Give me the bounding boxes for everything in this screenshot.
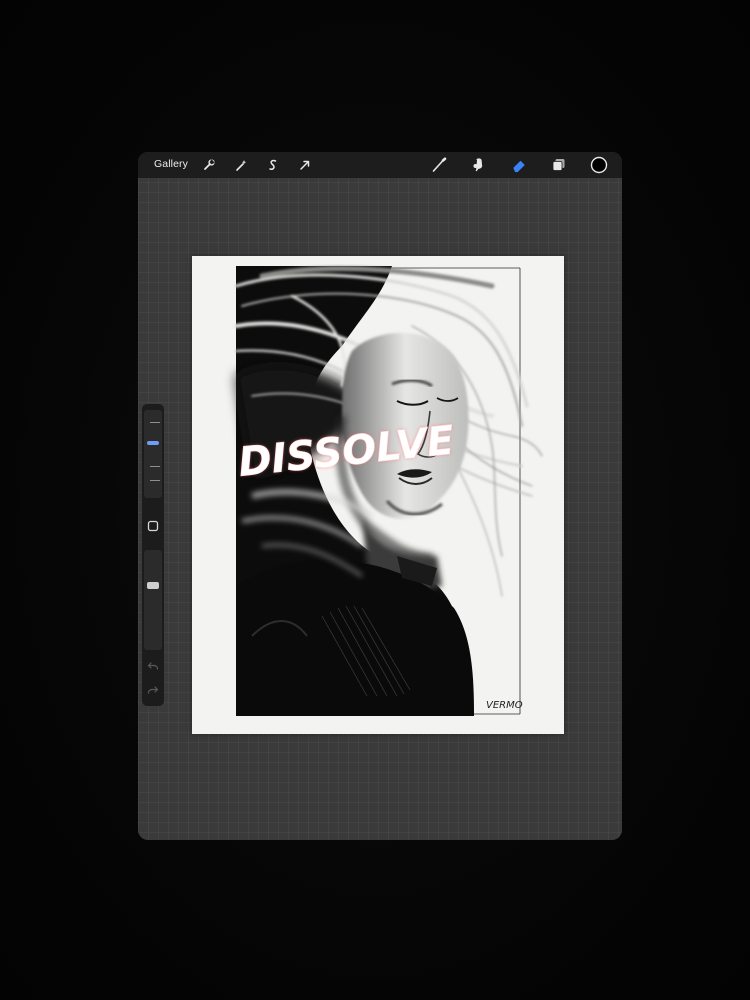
- left-sidebar: [142, 404, 164, 706]
- layers-icon[interactable]: [550, 156, 568, 174]
- selection-icon[interactable]: [264, 156, 282, 174]
- procreate-screen: Gallery DISSOLVE DISSOLVE VERMO: [138, 152, 622, 840]
- brush-size-slider[interactable]: [144, 410, 162, 498]
- eraser-icon[interactable]: [510, 156, 528, 174]
- smudge-icon[interactable]: [470, 156, 488, 174]
- size-tick: [150, 466, 160, 468]
- modify-square-icon[interactable]: [145, 518, 161, 534]
- redo-icon[interactable]: [145, 682, 161, 698]
- artwork-signature: VERMO: [486, 700, 523, 711]
- color-swatch-icon[interactable]: [590, 156, 608, 174]
- brush-size-thumb[interactable]: [147, 441, 159, 445]
- undo-icon[interactable]: [145, 658, 161, 674]
- opacity-thumb[interactable]: [147, 582, 159, 589]
- drawing-canvas[interactable]: DISSOLVE DISSOLVE VERMO: [192, 256, 564, 734]
- gallery-button[interactable]: Gallery: [154, 158, 188, 170]
- transform-arrow-icon[interactable]: [296, 156, 314, 174]
- scene-background: Gallery DISSOLVE DISSOLVE VERMO: [0, 0, 750, 1000]
- top-toolbar: Gallery: [138, 152, 622, 178]
- brush-icon[interactable]: [430, 156, 448, 174]
- size-tick: [150, 480, 160, 482]
- opacity-slider[interactable]: [144, 550, 162, 650]
- size-tick: [150, 422, 160, 424]
- magic-wand-icon[interactable]: [232, 156, 250, 174]
- wrench-icon[interactable]: [200, 156, 218, 174]
- artwork: DISSOLVE DISSOLVE VERMO: [234, 266, 543, 716]
